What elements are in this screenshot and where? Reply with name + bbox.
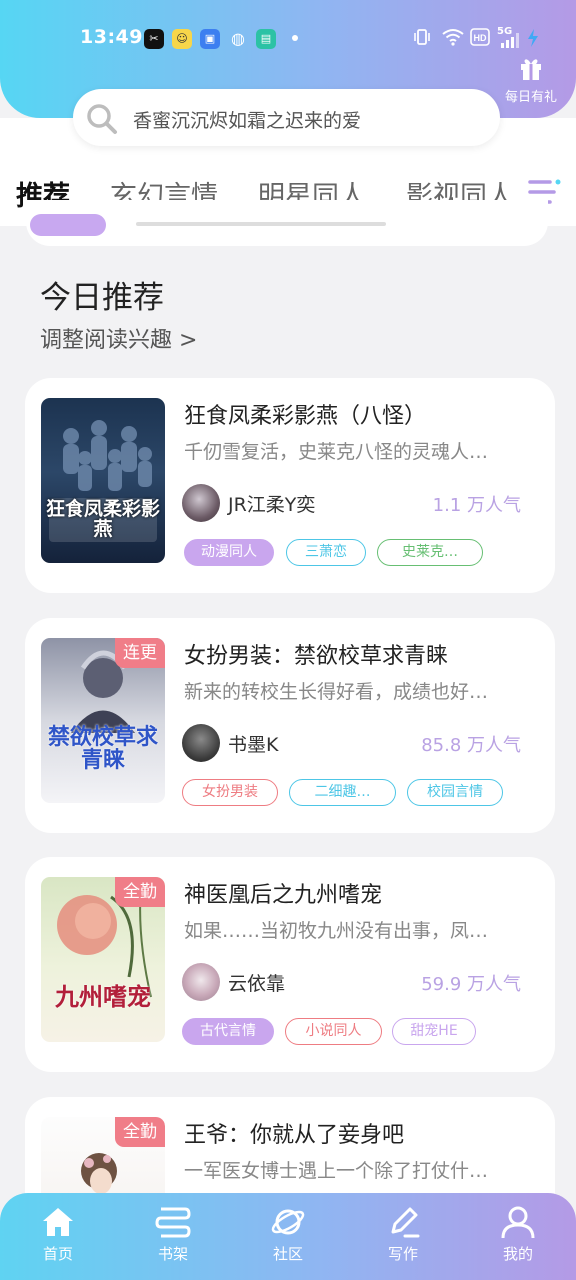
book-description: 新来的转校生长得好看，成绩也好… xyxy=(184,681,489,703)
book-description: 千仞雪复活，史莱克八怪的灵魂人… xyxy=(184,441,489,463)
book-tag[interactable]: 动漫同人 xyxy=(184,539,274,566)
planet-icon xyxy=(271,1209,305,1235)
search-placeholder: 香蜜沉沉烬如霜之迟来的爱 xyxy=(133,110,362,132)
nav-bookshelf-label: 书架 xyxy=(157,1245,188,1263)
book-tag[interactable]: 古代言情 xyxy=(182,1018,274,1045)
author-avatar[interactable] xyxy=(182,724,220,762)
nav-profile-label: 我的 xyxy=(502,1245,533,1263)
book-title[interactable]: 狂食凤柔彩影燕（八怪） xyxy=(184,398,426,430)
cover-title: 狂食凤柔彩影燕 xyxy=(45,498,160,540)
author-avatar[interactable] xyxy=(182,484,220,522)
status-time: 13:49 xyxy=(80,26,143,48)
book-tag[interactable]: 小说同人 xyxy=(285,1018,382,1045)
status-bar: 13:49 ✂ ☺ ▣ ◍ ▤ HD 5G xyxy=(0,0,576,76)
update-badge: 连更 xyxy=(115,638,165,668)
book-cover[interactable]: 九州嗜宠 全勤 xyxy=(41,877,165,1042)
book-description: 如果……当初牧九州没有出事，凤… xyxy=(184,920,489,942)
full-attendance-badge: 全勤 xyxy=(115,1117,165,1147)
nav-bookshelf[interactable]: 书架 xyxy=(133,1205,213,1264)
vibrate-icon xyxy=(414,29,430,45)
book-title[interactable]: 女扮男装：禁欲校草求青睐 xyxy=(184,638,448,670)
nav-community[interactable]: 社区 xyxy=(248,1205,328,1264)
nav-write[interactable]: 写作 xyxy=(363,1205,443,1264)
charging-icon xyxy=(528,29,538,47)
book-title[interactable]: 王爷：你就从了妾身吧 xyxy=(184,1117,404,1149)
popularity: 59.9 万人气 xyxy=(421,974,521,995)
svg-text:HD: HD xyxy=(474,33,487,43)
more-notifications-icon xyxy=(292,35,298,41)
cover-title: 九州嗜宠 xyxy=(55,983,151,1011)
book-title[interactable]: 神医凰后之九州嗜宠 xyxy=(184,877,382,909)
previous-card-text xyxy=(136,222,386,226)
author-name[interactable]: 云依靠 xyxy=(228,969,285,996)
nav-home[interactable]: 首页 xyxy=(18,1205,98,1264)
nav-write-label: 写作 xyxy=(387,1245,418,1263)
search-icon xyxy=(87,104,117,134)
previous-card-tag xyxy=(30,214,106,236)
author-name[interactable]: 书墨K xyxy=(228,730,278,757)
author-name[interactable]: JR江柔Y奕 xyxy=(228,490,315,517)
bookshelf-icon xyxy=(155,1207,191,1238)
files-app-icon: ▣ xyxy=(200,29,220,49)
home-icon xyxy=(43,1208,73,1236)
nav-profile[interactable]: 我的 xyxy=(478,1205,558,1264)
popularity: 1.1 万人气 xyxy=(432,495,521,516)
nav-community-label: 社区 xyxy=(272,1245,303,1263)
book-cover[interactable]: 狂食凤柔彩影燕 xyxy=(41,398,165,563)
book-tag[interactable]: 校园言情 xyxy=(407,779,503,806)
gift-label: 每日有礼 xyxy=(504,90,557,105)
full-attendance-badge: 全勤 xyxy=(115,877,165,907)
user-icon xyxy=(501,1206,535,1239)
search-bar[interactable]: 香蜜沉沉烬如霜之迟来的爱 xyxy=(73,89,500,146)
emoji-app-icon: ☺ xyxy=(172,29,192,49)
popularity: 85.8 万人气 xyxy=(421,735,521,756)
book-cover[interactable]: 禁欲校草求青睐 连更 xyxy=(41,638,165,803)
adjust-interest-link[interactable]: 调整阅读兴趣 > xyxy=(40,322,197,354)
nav-home-label: 首页 xyxy=(42,1245,73,1263)
book-description: 一军医女博士遇上一个除了打仗什… xyxy=(184,1160,489,1182)
daily-gift-button[interactable]: 每日有礼 xyxy=(500,54,562,105)
section-title: 今日推荐 xyxy=(40,280,164,316)
book-tag[interactable]: 二细趣… xyxy=(289,779,396,806)
signal-icon xyxy=(501,33,519,48)
book-tag[interactable]: 甜宠HE xyxy=(392,1018,476,1045)
book-tag[interactable]: 三萧恋 xyxy=(286,539,366,566)
capcut-app-icon: ✂ xyxy=(144,29,164,49)
previous-card-fragment xyxy=(26,200,548,246)
bottom-navigation: 首页 书架 社区 写作 我的 xyxy=(0,1193,576,1280)
book-tag[interactable]: 女扮男装 xyxy=(182,779,278,806)
pen-icon xyxy=(391,1207,420,1238)
cover-title: 禁欲校草求青睐 xyxy=(47,725,158,774)
book-card[interactable]: 狂食凤柔彩影燕 狂食凤柔彩影燕（八怪） 千仞雪复活，史莱克八怪的灵魂人… JR江… xyxy=(25,378,555,593)
gift-icon xyxy=(521,59,541,80)
wechat-app-icon: ◍ xyxy=(231,29,245,48)
book-card[interactable]: 禁欲校草求青睐 连更 女扮男装：禁欲校草求青睐 新来的转校生长得好看，成绩也好…… xyxy=(25,618,555,833)
app-notification-icon: ▤ xyxy=(256,29,276,49)
book-card[interactable]: 九州嗜宠 全勤 神医凰后之九州嗜宠 如果……当初牧九州没有出事，凤… 云依靠 5… xyxy=(25,857,555,1072)
book-tag[interactable]: 史莱克… xyxy=(377,539,483,566)
wifi-icon xyxy=(442,29,464,46)
hd-icon: HD xyxy=(470,28,490,46)
author-avatar[interactable] xyxy=(182,963,220,1001)
